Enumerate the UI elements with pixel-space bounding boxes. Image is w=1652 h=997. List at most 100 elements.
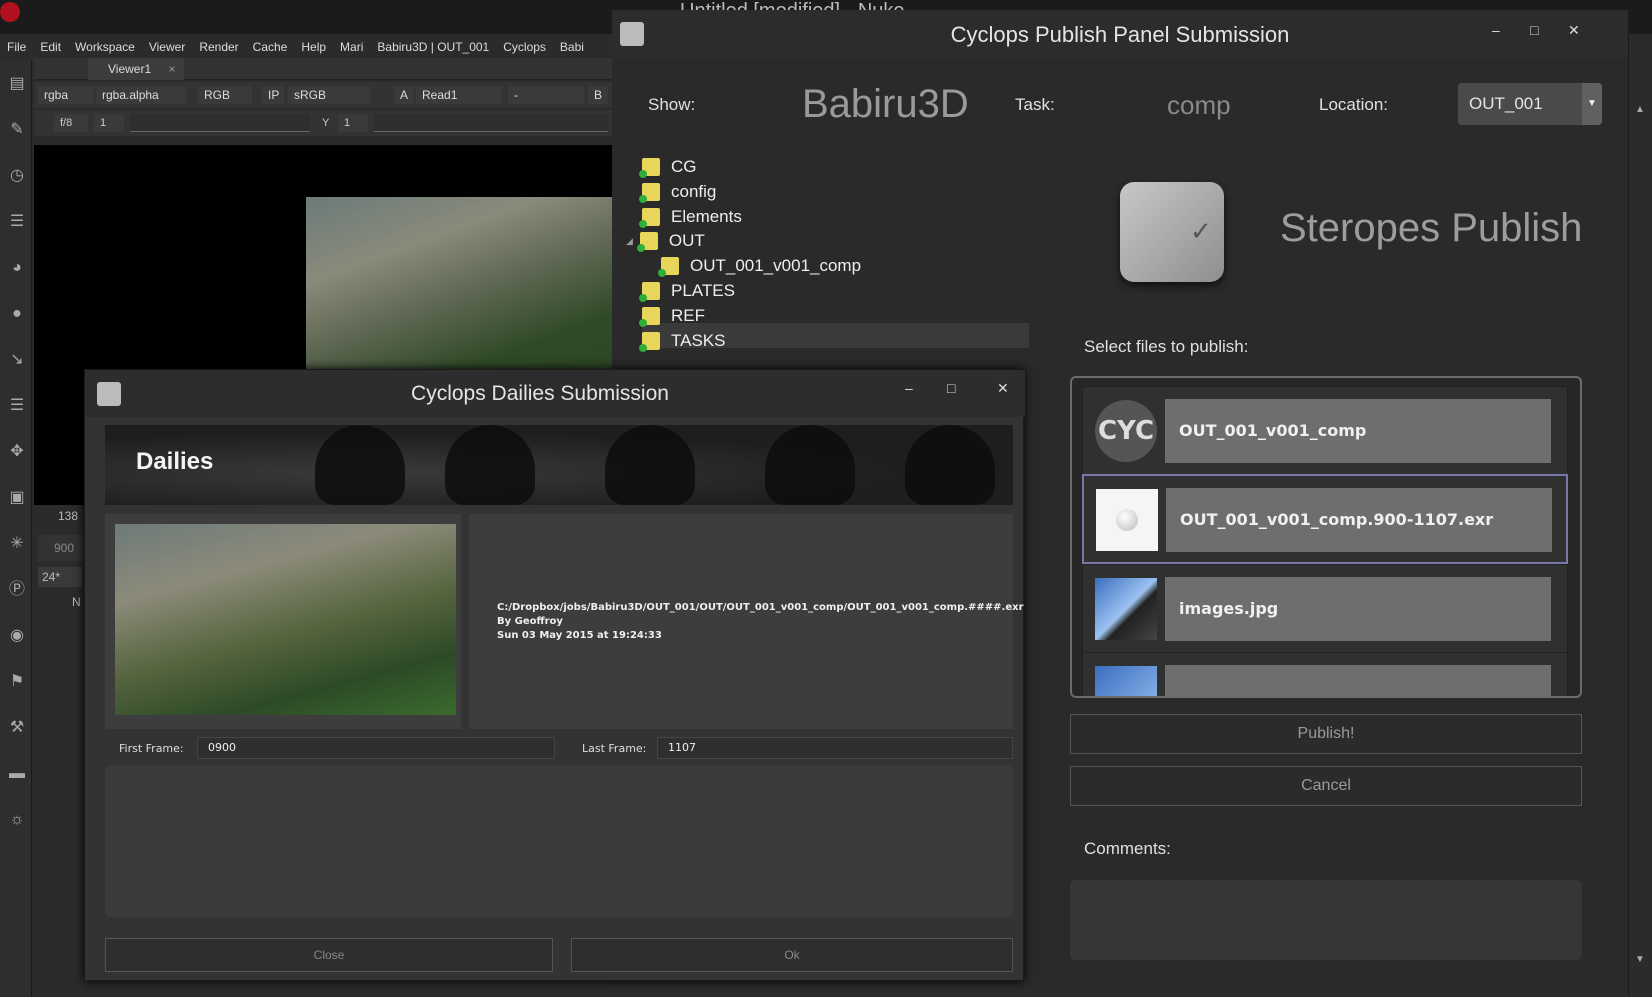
- viewer-image-city: [306, 197, 612, 373]
- current-frame: 138: [58, 509, 79, 523]
- file-row[interactable]: CYC OUT_001_v001_comp: [1082, 386, 1568, 476]
- file-list[interactable]: CYC OUT_001_v001_comp OUT_001_v001_comp.…: [1070, 376, 1582, 698]
- channel-tool-icon[interactable]: ☰: [7, 212, 27, 232]
- tree-item-plates[interactable]: PLATES: [639, 279, 735, 303]
- start-frame-field[interactable]: 900: [38, 535, 90, 561]
- close-icon[interactable]: ✕: [997, 380, 1009, 397]
- file-row[interactable]: [1082, 652, 1568, 696]
- merge-tool-icon[interactable]: ☰: [7, 396, 27, 416]
- publish-button[interactable]: Publish!: [1070, 714, 1582, 754]
- color-tool-icon[interactable]: ◕: [7, 258, 27, 278]
- publish-panel-title: Cyclops Publish Panel Submission: [950, 22, 1290, 47]
- minimize-icon[interactable]: –: [1492, 22, 1500, 38]
- fps-field[interactable]: 24*: [38, 567, 82, 587]
- tab-viewer1[interactable]: Viewer1 ×: [88, 58, 184, 80]
- last-frame-field[interactable]: 1107: [657, 737, 1013, 759]
- metadata-tool-icon[interactable]: ⚑: [7, 672, 27, 692]
- menu-babi[interactable]: Babi: [553, 40, 591, 54]
- gamma-label: Y: [322, 117, 330, 129]
- expand-arrow-icon[interactable]: ◢: [626, 236, 633, 247]
- close-button[interactable]: Close: [105, 938, 553, 972]
- right-scrollbar[interactable]: ▲ ▼: [1628, 34, 1652, 997]
- colorspace-select[interactable]: sRGB: [288, 86, 370, 104]
- particles-tool-icon[interactable]: ✳: [7, 534, 27, 554]
- menu-help[interactable]: Help: [294, 40, 333, 54]
- damask-pattern: [765, 425, 855, 505]
- first-frame-field[interactable]: 0900: [197, 737, 555, 759]
- 3d-tool-icon[interactable]: ▣: [7, 488, 27, 508]
- input-a-label: A: [394, 86, 414, 104]
- location-select[interactable]: OUT_001 ▼: [1458, 83, 1602, 125]
- paint-tool-icon[interactable]: ✎: [7, 120, 27, 140]
- chevron-down-icon[interactable]: ▼: [1582, 83, 1602, 125]
- gain-field[interactable]: 1: [94, 114, 124, 132]
- deep-tool-icon[interactable]: Ⓟ: [7, 580, 27, 600]
- folder-icon: [639, 332, 660, 352]
- views-tool-icon[interactable]: ◉: [7, 626, 27, 646]
- tree-item-out[interactable]: ◢ OUT: [626, 229, 705, 253]
- scroll-down-icon[interactable]: ▼: [1635, 954, 1645, 965]
- close-icon[interactable]: ✕: [1568, 22, 1580, 39]
- viewer-tool-icon[interactable]: ▤: [7, 74, 27, 94]
- maximize-icon[interactable]: □: [947, 380, 955, 396]
- keyer-tool-icon[interactable]: ↘: [7, 350, 27, 370]
- menu-mari[interactable]: Mari: [333, 40, 370, 54]
- ok-button[interactable]: Ok: [571, 938, 1013, 972]
- dailies-window: Cyclops Dailies Submission – □ ✕ Dailies…: [84, 369, 1025, 981]
- menu-viewer[interactable]: Viewer: [142, 40, 192, 54]
- maximize-icon[interactable]: □: [1530, 22, 1538, 38]
- fstop-field[interactable]: f/8: [54, 114, 88, 132]
- tree-item-ref[interactable]: REF: [639, 304, 705, 328]
- exr-thumb-icon: [1096, 489, 1158, 551]
- file-row[interactable]: images.jpg: [1082, 564, 1568, 654]
- comments-input[interactable]: [1070, 880, 1582, 960]
- menu-cyclops[interactable]: Cyclops: [496, 40, 553, 54]
- tree-item-out-001-v001-comp[interactable]: OUT_001_v001_comp: [658, 254, 862, 278]
- file-row[interactable]: OUT_001_v001_comp.900-1107.exr: [1082, 474, 1568, 564]
- damask-pattern: [605, 425, 695, 505]
- damask-pattern: [905, 425, 995, 505]
- input-a-select[interactable]: Read1: [416, 86, 502, 104]
- input-b-select[interactable]: -: [508, 86, 584, 104]
- cyc-thumb-icon: CYC: [1095, 400, 1157, 462]
- viewer-controls-row2: f/8 1 Y 1: [34, 110, 612, 136]
- minimize-icon[interactable]: –: [905, 380, 913, 396]
- tree-item-label: OUT_001_v001_comp: [690, 256, 862, 275]
- task-label: Task:: [1015, 95, 1055, 114]
- tree-item-config[interactable]: config: [639, 180, 716, 204]
- gamma-field[interactable]: 1: [338, 114, 368, 132]
- ip-toggle[interactable]: IP: [262, 86, 284, 104]
- cancel-button[interactable]: Cancel: [1070, 766, 1582, 806]
- tree-item-elements[interactable]: Elements: [639, 205, 742, 229]
- other-tool-icon[interactable]: ⚒: [7, 718, 27, 738]
- location-value: OUT_001: [1469, 94, 1543, 113]
- show-value: Babiru3D: [802, 82, 969, 126]
- tree-item-label: PLATES: [671, 281, 735, 300]
- tree-item-cg[interactable]: CG: [639, 155, 697, 179]
- menu-workspace[interactable]: Workspace: [68, 40, 142, 54]
- nuke-menubar: File Edit Workspace Viewer Render Cache …: [0, 34, 612, 60]
- gain-slider[interactable]: [130, 114, 310, 132]
- photo-thumb-icon: [1095, 666, 1157, 696]
- display-select[interactable]: RGB: [198, 86, 252, 104]
- menu-project[interactable]: Babiru3D | OUT_001: [370, 40, 496, 54]
- dailies-notes-input[interactable]: [105, 765, 1013, 917]
- task-value: comp: [1167, 90, 1231, 120]
- menu-file[interactable]: File: [0, 40, 33, 54]
- menu-render[interactable]: Render: [192, 40, 245, 54]
- tree-item-tasks[interactable]: TASKS: [639, 329, 726, 353]
- tree-item-label: TASKS: [671, 331, 726, 350]
- menu-cache[interactable]: Cache: [246, 40, 295, 54]
- dailies-banner: Dailies: [105, 425, 1013, 505]
- scroll-up-icon[interactable]: ▲: [1635, 104, 1645, 115]
- time-tool-icon[interactable]: ◷: [7, 166, 27, 186]
- channels-select[interactable]: rgba: [38, 86, 94, 104]
- menu-edit[interactable]: Edit: [33, 40, 68, 54]
- toolsets-tool-icon[interactable]: ▬: [7, 764, 27, 784]
- gamma-slider[interactable]: [374, 114, 608, 132]
- filter-tool-icon[interactable]: ●: [7, 304, 27, 324]
- alpha-select[interactable]: rgba.alpha: [96, 86, 186, 104]
- transform-tool-icon[interactable]: ✥: [7, 442, 27, 462]
- furnace-tool-icon[interactable]: ☼: [7, 810, 27, 830]
- close-tab-icon[interactable]: ×: [168, 62, 175, 76]
